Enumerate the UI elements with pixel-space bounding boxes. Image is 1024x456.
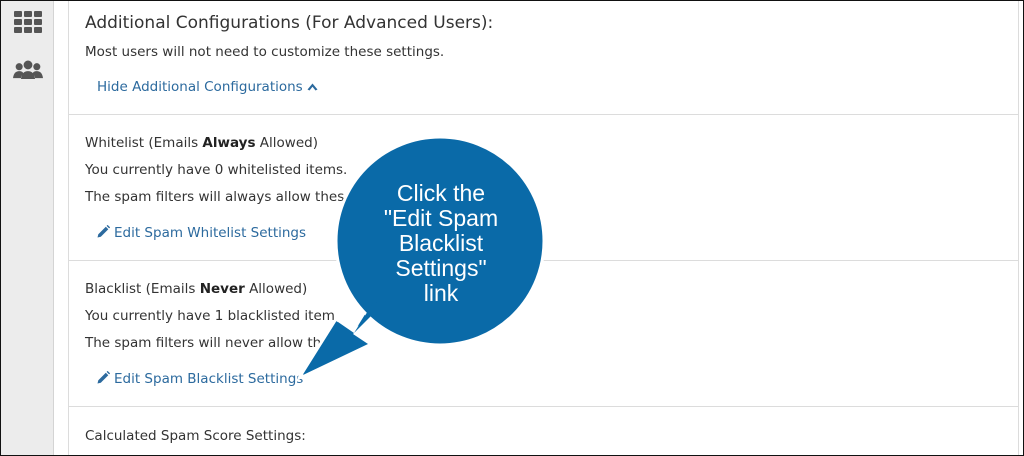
callout-line: Blacklist: [398, 230, 484, 256]
hide-config-label: Hide Additional Configurations: [97, 79, 303, 95]
pencil-icon: [97, 225, 110, 238]
whitelist-label-suffix: Allowed): [255, 135, 318, 151]
callout-line: link: [423, 280, 459, 306]
edit-whitelist-link[interactable]: Edit Spam Whitelist Settings: [97, 225, 306, 241]
whitelist-section: Whitelist (Emails Always Allowed) You cu…: [69, 114, 1018, 260]
config-title: Additional Configurations (For Advanced …: [85, 13, 494, 33]
whitelist-label-prefix: Whitelist (Emails: [85, 135, 203, 151]
hide-config-link[interactable]: Hide Additional Configurations: [97, 79, 318, 95]
edit-blacklist-label: Edit Spam Blacklist Settings: [114, 371, 304, 387]
whitelist-description: The spam filters will always allow these…: [85, 189, 366, 205]
pencil-icon: [97, 371, 110, 384]
left-sidebar: [1, 1, 54, 455]
callout-line: Settings": [395, 255, 487, 281]
blacklist-count: You currently have 1 blacklisted item: [85, 308, 335, 324]
whitelist-label-emphasis: Always: [202, 135, 256, 151]
blacklist-label-suffix: Allowed): [244, 281, 308, 297]
blacklist-label-prefix: Blacklist (Emails: [85, 281, 200, 297]
users-group-icon[interactable]: [13, 57, 43, 87]
whitelist-count: You currently have 0 whitelisted items.: [85, 162, 348, 178]
chevron-up-icon: [307, 83, 318, 91]
screenshot-frame: Additional Configurations (For Advanced …: [0, 0, 1024, 456]
additional-config-section: Additional Configurations (For Advanced …: [69, 1, 1018, 114]
spam-score-label: Calculated Spam Score Settings:: [85, 428, 306, 444]
edit-whitelist-label: Edit Spam Whitelist Settings: [114, 225, 307, 241]
blacklist-section: Blacklist (Emails Never Allowed) You cur…: [69, 260, 1018, 406]
callout-line: Click the: [396, 180, 486, 206]
callout-line: "Edit Spam: [383, 205, 499, 231]
whitelist-label: Whitelist (Emails Always Allowed): [85, 135, 318, 151]
spam-score-section: Calculated Spam Score Settings:: [69, 406, 1018, 455]
edit-blacklist-link[interactable]: Edit Spam Blacklist Settings: [97, 371, 303, 387]
main-content: Additional Configurations (For Advanced …: [68, 1, 1019, 455]
config-subtitle: Most users will not need to customize th…: [85, 44, 445, 60]
blacklist-description: The spam filters will never allow the: [85, 335, 330, 351]
blacklist-label: Blacklist (Emails Never Allowed): [85, 281, 307, 297]
blacklist-label-emphasis: Never: [199, 281, 245, 297]
callout-text: Click the "Edit Spam Blacklist Settings"…: [351, 181, 531, 306]
apps-grid-icon[interactable]: [13, 7, 43, 37]
